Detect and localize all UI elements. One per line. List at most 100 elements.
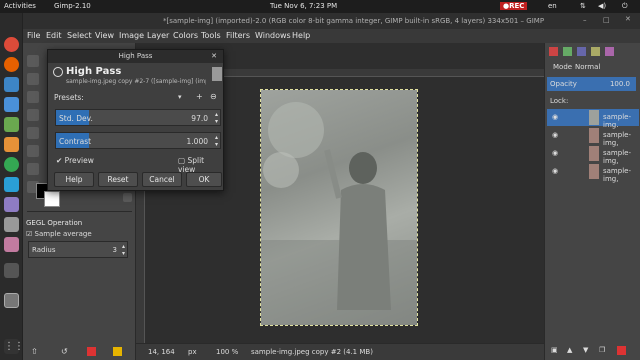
std-dev-stepper[interactable]: ▴ ▾ bbox=[215, 111, 218, 125]
rect-select-tool-icon[interactable] bbox=[27, 91, 39, 103]
settings-icon[interactable] bbox=[4, 197, 19, 212]
menu-colors[interactable]: Colors bbox=[173, 31, 198, 40]
preset-menu-icon[interactable]: ⊖ bbox=[210, 92, 217, 101]
sample-average-label: Sample average bbox=[34, 230, 92, 238]
menu-help[interactable]: Help bbox=[292, 31, 310, 40]
impress-icon[interactable] bbox=[4, 137, 19, 152]
dock-tab-brushes-icon[interactable] bbox=[605, 47, 614, 56]
calc-icon[interactable] bbox=[4, 117, 19, 132]
crop-tool-icon[interactable] bbox=[27, 109, 39, 121]
new-layer-icon[interactable]: ▣ bbox=[551, 346, 558, 354]
lock-label: Lock: bbox=[550, 97, 569, 105]
duplicate-layer-icon[interactable]: ❐ bbox=[599, 346, 605, 354]
raise-layer-icon[interactable]: ▲ bbox=[567, 346, 572, 354]
dock-tab-paths-icon[interactable] bbox=[577, 47, 586, 56]
dialog-title-bar[interactable]: High Pass ✕ bbox=[48, 50, 223, 63]
layer-row[interactable]: ◉ sample-img, bbox=[547, 127, 639, 147]
delete-preset-icon[interactable] bbox=[87, 347, 96, 356]
system-top-bar: Activities Gimp-2.10 Tue Nov 6, 7:23 PM … bbox=[0, 0, 640, 13]
firefox-icon[interactable] bbox=[4, 57, 19, 72]
menu-filters[interactable]: Filters bbox=[226, 31, 250, 40]
reset-button[interactable]: Reset bbox=[98, 172, 138, 187]
dialog-window-title: High Pass bbox=[118, 52, 153, 60]
chrome-icon[interactable] bbox=[4, 37, 19, 52]
layer-row[interactable]: ◉ sample-img, bbox=[547, 145, 639, 165]
visibility-eye-icon[interactable]: ◉ bbox=[552, 167, 558, 175]
show-apps-icon[interactable]: ⋮⋮ bbox=[4, 339, 24, 354]
reset-tool-icon[interactable] bbox=[113, 347, 122, 356]
activities-button[interactable]: Activities bbox=[4, 2, 36, 10]
dock-tab-layers-icon[interactable] bbox=[549, 47, 558, 56]
dock-tab-undo-icon[interactable] bbox=[591, 47, 600, 56]
menu-view[interactable]: View bbox=[95, 31, 114, 40]
dialog-close-icon[interactable]: ✕ bbox=[211, 52, 217, 60]
align-tool-icon[interactable] bbox=[27, 73, 39, 85]
software-icon[interactable] bbox=[4, 237, 19, 252]
delete-layer-icon[interactable] bbox=[617, 346, 626, 355]
files-icon[interactable] bbox=[4, 97, 19, 112]
menu-windows[interactable]: Windows bbox=[255, 31, 291, 40]
image-canvas[interactable] bbox=[260, 89, 418, 326]
text-editor-icon[interactable] bbox=[4, 217, 19, 232]
mode-select[interactable]: Normal bbox=[575, 63, 600, 71]
volume-icon[interactable]: ◀) bbox=[598, 2, 606, 10]
std-dev-slider[interactable]: Std. Dev. 97.0 ▴ ▾ bbox=[55, 109, 221, 126]
visibility-eye-icon[interactable]: ◉ bbox=[552, 131, 558, 139]
move-tool-icon[interactable] bbox=[27, 55, 39, 67]
preview-checkbox[interactable]: ✔ Preview bbox=[56, 156, 94, 165]
layer-thumbnail bbox=[589, 146, 599, 161]
app-menu[interactable]: Gimp-2.10 bbox=[54, 2, 91, 10]
save-preset-icon[interactable]: ⇧ bbox=[31, 347, 38, 356]
contrast-value[interactable]: 1.000 bbox=[187, 137, 208, 146]
app-launcher: ⋮⋮ bbox=[0, 13, 24, 360]
clock[interactable]: Tue Nov 6, 7:23 PM bbox=[270, 2, 337, 10]
background-color[interactable] bbox=[44, 191, 60, 207]
cancel-button[interactable]: Cancel bbox=[142, 172, 182, 187]
minimize-icon[interactable]: – bbox=[583, 16, 587, 24]
std-dev-value[interactable]: 97.0 bbox=[191, 114, 208, 123]
menu-layer[interactable]: Layer bbox=[147, 31, 169, 40]
window-title-bar: *[sample-img] (imported)-2.0 (RGB color … bbox=[23, 13, 640, 29]
visibility-eye-icon[interactable]: ◉ bbox=[552, 113, 558, 121]
terminal-icon[interactable] bbox=[4, 177, 19, 192]
close-window-icon[interactable]: ✕ bbox=[625, 15, 631, 23]
libreoffice-writer-icon[interactable] bbox=[4, 77, 19, 92]
smudge-tool-icon[interactable] bbox=[27, 145, 39, 157]
sample-average-checkbox[interactable]: ☑ Sample average bbox=[26, 230, 92, 238]
ok-button[interactable]: OK bbox=[186, 172, 222, 187]
dock-tab-channels-icon[interactable] bbox=[563, 47, 572, 56]
dialog-heading: High Pass bbox=[66, 66, 122, 77]
presets-dropdown-icon[interactable]: ▾ bbox=[178, 93, 182, 101]
help-button[interactable]: Help bbox=[54, 172, 94, 187]
opacity-field[interactable]: Opacity 100.0 bbox=[547, 77, 636, 91]
add-preset-icon[interactable]: + bbox=[196, 92, 203, 101]
layer-row[interactable]: ◉ sample-img, bbox=[547, 163, 639, 183]
gimp-icon[interactable] bbox=[4, 293, 19, 308]
contrast-stepper[interactable]: ▴ ▾ bbox=[215, 134, 218, 148]
opacity-value: 100.0 bbox=[609, 80, 630, 88]
visibility-eye-icon[interactable]: ◉ bbox=[552, 149, 558, 157]
unit-select[interactable]: px bbox=[188, 348, 197, 356]
radius-field[interactable]: Radius 3 ▴ ▾ bbox=[28, 241, 128, 258]
restore-icon[interactable]: ↺ bbox=[61, 347, 68, 356]
text-tool-icon[interactable] bbox=[27, 163, 39, 175]
menu-image[interactable]: Image bbox=[119, 31, 144, 40]
layer-row[interactable]: ◉ sample-img. bbox=[547, 109, 639, 129]
radius-stepper[interactable]: ▴ ▾ bbox=[122, 243, 125, 257]
swap-colors-icon[interactable] bbox=[123, 193, 132, 202]
lower-layer-icon[interactable]: ▼ bbox=[583, 346, 588, 354]
menu-select[interactable]: Select bbox=[67, 31, 92, 40]
menu-edit[interactable]: Edit bbox=[46, 31, 62, 40]
network-icon[interactable]: ⇅ bbox=[580, 2, 586, 10]
maximize-icon[interactable]: □ bbox=[603, 16, 610, 24]
language-indicator[interactable]: en bbox=[548, 2, 557, 10]
paintbrush-tool-icon[interactable] bbox=[27, 127, 39, 139]
contrast-slider[interactable]: Contrast 1.000 ▴ ▾ bbox=[55, 132, 221, 149]
status-bar: 14, 164 px 100 % sample-img.jpeg copy #2… bbox=[136, 343, 544, 360]
menu-tools[interactable]: Tools bbox=[201, 31, 221, 40]
android-studio-icon[interactable] bbox=[4, 157, 19, 172]
power-icon[interactable]: ⏻ bbox=[622, 2, 628, 11]
trash-icon[interactable] bbox=[4, 263, 19, 278]
menu-file[interactable]: File bbox=[27, 31, 40, 40]
zoom-select[interactable]: 100 % bbox=[216, 348, 238, 356]
